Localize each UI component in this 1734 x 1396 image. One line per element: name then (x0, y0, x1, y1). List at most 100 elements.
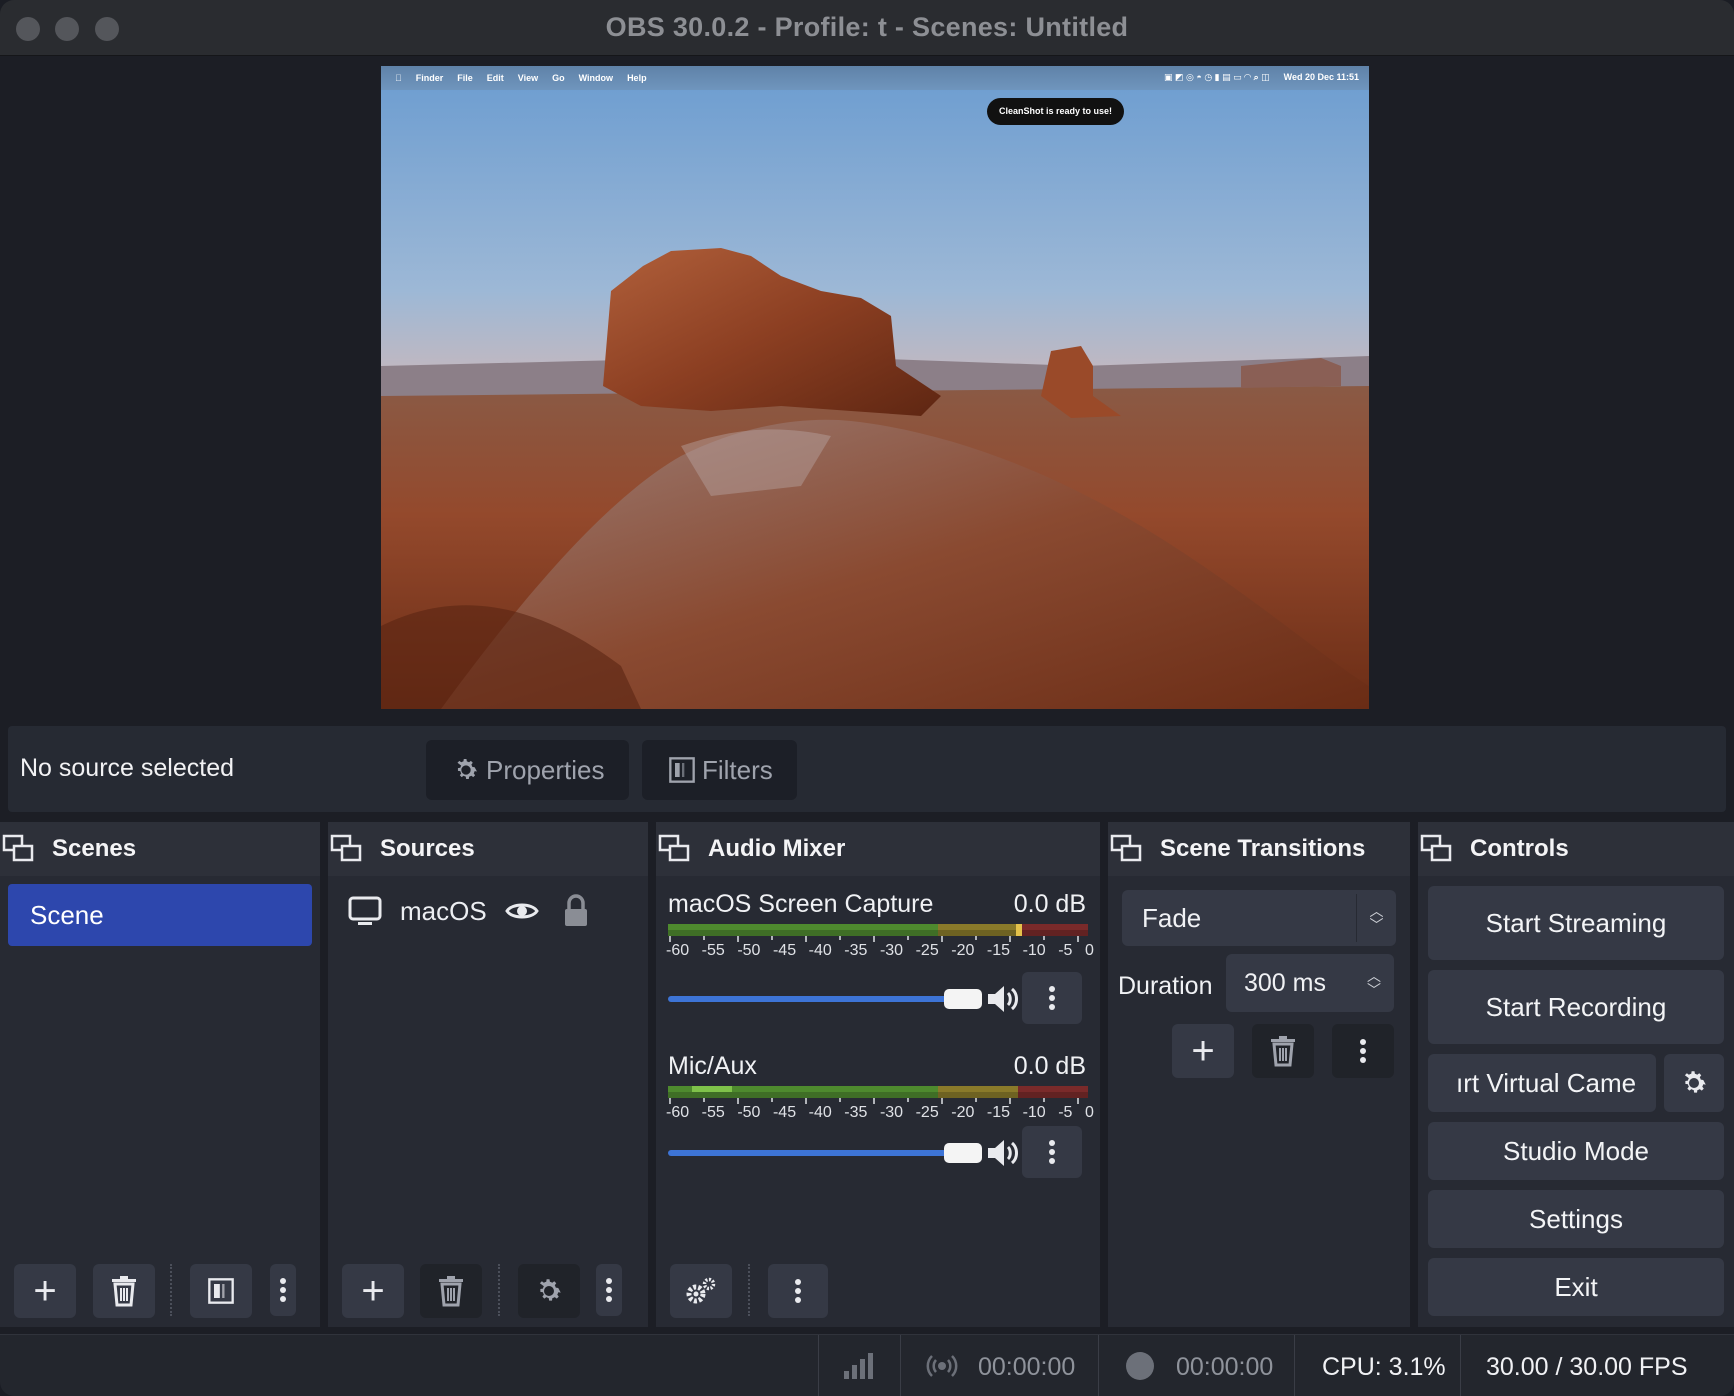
menu-window: Window (571, 73, 613, 83)
controls-dock-title: Controls (1470, 835, 1569, 862)
sources-dock-title: Sources (380, 835, 475, 862)
channel-name: macOS Screen Capture (668, 890, 934, 918)
status-separator (1098, 1335, 1099, 1396)
volume-slider[interactable] (668, 1150, 948, 1156)
captured-screen-image:  Finder File Edit View Go Window Help ▣… (381, 66, 1369, 709)
gear-icon (1684, 1071, 1706, 1093)
sources-dock-header[interactable]: Sources (328, 822, 648, 876)
filter-icon (208, 1278, 234, 1304)
menu-finder: Finder (409, 73, 444, 83)
audio-mixer-dock-header[interactable]: Audio Mixer (656, 822, 1100, 876)
status-bar: 00:00:00 00:00:00 CPU: 3.1% 30.00 / 30.0… (0, 1334, 1734, 1396)
trash-icon (112, 1276, 136, 1307)
menubar-clock: Wed 20 Dec 11:51 (1283, 72, 1359, 82)
studio-mode-button[interactable]: Studio Mode (1428, 1122, 1724, 1180)
channel-level: 0.0 dB (1013, 1052, 1086, 1080)
speaker-icon[interactable] (986, 1138, 1022, 1168)
volume-slider-handle[interactable] (944, 989, 982, 1009)
plus-icon: + (1191, 1029, 1215, 1073)
properties-button[interactable]: Properties (426, 740, 629, 800)
controls-dock-header[interactable]: Controls (1418, 822, 1734, 876)
speaker-icon[interactable] (986, 984, 1022, 1014)
virtual-camera-settings-button[interactable] (1664, 1054, 1724, 1112)
record-timer: 00:00:00 (1176, 1353, 1274, 1381)
channel-level: 0.0 dB (1013, 890, 1086, 918)
channel-more-button[interactable] (1022, 972, 1082, 1024)
add-scene-button[interactable]: + (14, 1264, 76, 1318)
macos-menubar:  Finder File Edit View Go Window Help ▣… (381, 66, 1369, 90)
filters-button[interactable]: Filters (642, 740, 797, 800)
kebab-icon (1049, 1137, 1055, 1167)
signal-strength-icon (844, 1353, 873, 1379)
add-transition-button[interactable]: + (1172, 1024, 1234, 1078)
source-status: No source selected (20, 754, 235, 782)
sources-more-button[interactable] (596, 1264, 622, 1316)
source-list-item[interactable]: macOS (348, 886, 591, 936)
scenes-dock: Scenes Scene + (0, 822, 320, 1327)
kebab-icon (280, 1275, 286, 1305)
channel-more-button[interactable] (1022, 1126, 1082, 1178)
duration-spinbox[interactable]: 300 ms ︿ ﹀ (1226, 954, 1394, 1012)
dock-float-icon[interactable] (1110, 832, 1144, 866)
unlocked-icon[interactable] (561, 894, 591, 928)
dock-float-icon[interactable] (2, 832, 36, 866)
exit-button[interactable]: Exit (1428, 1258, 1724, 1316)
kebab-icon (606, 1275, 612, 1305)
remove-transition-button[interactable] (1252, 1024, 1314, 1078)
desert-wallpaper (381, 66, 1369, 709)
transitions-more-button[interactable] (1332, 1024, 1394, 1078)
eye-icon[interactable] (504, 899, 539, 923)
meter-scale: -60 -55 -50 -45 -40 -35 -30 -25 -20 -15 -10 -5 0 (666, 1104, 1094, 1121)
start-recording-button[interactable]: Start Recording (1428, 970, 1724, 1044)
start-streaming-button[interactable]: Start Streaming (1428, 886, 1724, 960)
source-toolbar: No source selected Properties Filters (8, 726, 1726, 812)
volume-slider[interactable] (668, 996, 948, 1002)
dock-float-icon[interactable] (658, 832, 692, 866)
source-label: macOS (400, 895, 487, 926)
dock-float-icon[interactable] (1420, 832, 1454, 866)
volume-meter (668, 1086, 1088, 1104)
toolbar-separator (170, 1264, 172, 1316)
plus-icon: + (361, 1269, 385, 1313)
scene-transitions-dock: Scene Transitions Fade ︿ ﹀ Duration 300 m… (1108, 822, 1410, 1327)
source-properties-button[interactable] (518, 1264, 580, 1318)
scene-filters-button[interactable] (190, 1264, 252, 1318)
remove-scene-button[interactable] (93, 1264, 155, 1318)
status-separator (1294, 1335, 1295, 1396)
transition-select[interactable]: Fade ︿ ﹀ (1122, 890, 1396, 946)
toolbar-separator (498, 1264, 500, 1316)
scene-transitions-dock-title: Scene Transitions (1160, 835, 1366, 862)
scene-transitions-dock-header[interactable]: Scene Transitions (1108, 822, 1410, 876)
remove-source-button[interactable] (420, 1264, 482, 1318)
gears-icon (686, 1277, 716, 1304)
status-separator (818, 1335, 819, 1396)
kebab-icon (1360, 1036, 1366, 1066)
meter-scale: -60 -55 -50 -45 -40 -35 -30 -25 -20 -15 -10 -5 0 (666, 942, 1094, 959)
add-source-button[interactable]: + (342, 1264, 404, 1318)
menubar-status-icons: ▣ ◩ ◎ ◓ ◷ ▮ ▤ ▭ ◠ ⌕ ◫ (1164, 72, 1270, 82)
fps-readout: 30.00 / 30.00 FPS (1486, 1353, 1688, 1381)
scenes-dock-header[interactable]: Scenes (0, 822, 320, 876)
dock-float-icon[interactable] (330, 832, 364, 866)
scene-list-item[interactable]: Scene (8, 884, 312, 946)
title-bar: OBS 30.0.2 - Profile: t - Scenes: Untitl… (0, 0, 1734, 56)
plus-icon: + (33, 1269, 57, 1313)
preview-canvas[interactable]:  Finder File Edit View Go Window Help ▣… (8, 58, 1726, 718)
gear-icon (539, 1279, 561, 1301)
window-title: OBS 30.0.2 - Profile: t - Scenes: Untitl… (605, 12, 1129, 42)
spin-arrows-icon[interactable]: ︿ ﹀ (1354, 958, 1394, 1008)
controls-dock: Controls Start Streaming Start Recording… (1418, 822, 1734, 1327)
settings-button[interactable]: Settings (1428, 1190, 1724, 1248)
channel-name: Mic/Aux (668, 1052, 757, 1080)
volume-slider-handle[interactable] (944, 1143, 982, 1163)
filter-icon (669, 757, 695, 783)
toolbar-separator (748, 1264, 750, 1316)
record-indicator-icon (1126, 1352, 1154, 1380)
menu-view: View (511, 73, 538, 83)
mixer-more-button[interactable] (768, 1264, 828, 1318)
filters-label: Filters (702, 754, 773, 785)
advanced-audio-button[interactable] (670, 1264, 732, 1318)
start-virtual-camera-button[interactable]: ırt Virtual Came (1428, 1054, 1656, 1112)
audio-mixer-dock: Audio Mixer macOS Screen Capture 0.0 dB … (656, 822, 1100, 1327)
scenes-more-button[interactable] (270, 1264, 296, 1316)
